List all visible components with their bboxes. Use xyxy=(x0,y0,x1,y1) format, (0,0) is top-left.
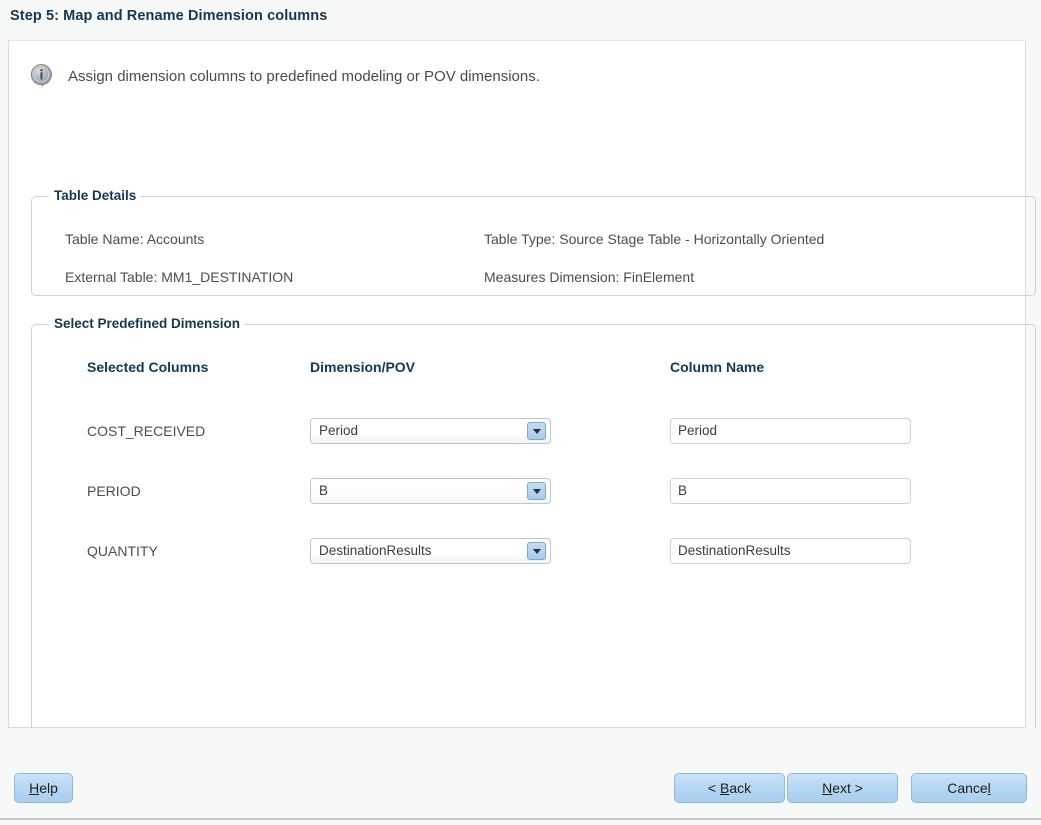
next-button-suffix: ext > xyxy=(832,780,863,796)
column-name-value: B xyxy=(678,483,688,498)
table-name-value: Table Name: Accounts xyxy=(65,231,205,247)
window-bottom-divider xyxy=(0,818,1041,820)
column-header-dimension-pov: Dimension/POV xyxy=(310,359,416,375)
table-details-legend: Table Details xyxy=(49,188,142,203)
content-panel: Assign dimension columns to predefined m… xyxy=(8,40,1036,768)
page-title: Step 5: Map and Rename Dimension columns xyxy=(10,8,328,24)
back-button[interactable]: < Back xyxy=(674,773,785,803)
column-name-input[interactable]: B xyxy=(670,478,911,504)
column-name-input[interactable]: Period xyxy=(670,418,911,444)
cancel-button[interactable]: Cancel xyxy=(911,773,1027,803)
column-name-input[interactable]: DestinationResults xyxy=(670,538,911,564)
help-button[interactable]: Help xyxy=(14,773,73,803)
dimension-pov-value: B xyxy=(319,483,329,498)
back-button-mnemonic: B xyxy=(719,780,730,796)
next-button[interactable]: Next > xyxy=(787,773,898,803)
help-button-mnemonic: H xyxy=(29,780,40,796)
select-predefined-dimension-group: Select Predefined Dimension Selected Col… xyxy=(31,316,1036,768)
wizard-dialog: Step 5: Map and Rename Dimension columns xyxy=(0,0,1041,825)
dimension-pov-dropdown[interactable]: B xyxy=(310,478,551,504)
instruction-row: Assign dimension columns to predefined m… xyxy=(29,63,540,90)
table-row: PERIOD B B xyxy=(32,478,1035,508)
column-name-value: DestinationResults xyxy=(678,543,791,558)
dimension-mapping-table: Selected Columns Dimension/POV Column Na… xyxy=(32,325,1035,768)
column-header-column-name: Column Name xyxy=(670,359,765,375)
selected-column-label: QUANTITY xyxy=(87,543,158,559)
selected-column-label: COST_RECEIVED xyxy=(87,423,206,439)
selected-column-label: PERIOD xyxy=(87,483,141,499)
back-button-prefix: < xyxy=(707,780,720,796)
help-button-suffix: elp xyxy=(39,780,58,796)
column-name-value: Period xyxy=(678,423,718,438)
button-bar: Help < Back Next > Cancel xyxy=(0,728,1041,825)
external-table-value: External Table: MM1_DESTINATION xyxy=(65,269,294,285)
chevron-down-icon[interactable] xyxy=(527,422,546,440)
dimension-pov-dropdown[interactable]: DestinationResults xyxy=(310,538,551,564)
dimension-pov-value: Period xyxy=(319,423,359,438)
dimension-pov-dropdown[interactable]: Period xyxy=(310,418,551,444)
next-button-mnemonic: N xyxy=(822,780,833,796)
measures-dimension-value: Measures Dimension: FinElement xyxy=(484,269,695,285)
instruction-text: Assign dimension columns to predefined m… xyxy=(68,68,540,85)
table-row: QUANTITY DestinationResults DestinationR… xyxy=(32,538,1035,568)
dimension-pov-value: DestinationResults xyxy=(319,543,432,558)
cancel-button-mnemonic: l xyxy=(987,780,991,796)
chevron-down-icon[interactable] xyxy=(527,482,546,500)
cancel-button-prefix: Cance xyxy=(947,780,988,796)
table-row: COST_RECEIVED Period Period xyxy=(32,418,1035,448)
chevron-down-icon[interactable] xyxy=(527,542,546,560)
back-button-suffix: ack xyxy=(729,780,752,796)
column-header-selected-columns: Selected Columns xyxy=(87,359,209,375)
table-details-group: Table Details Table Name: Accounts Table… xyxy=(31,188,1036,296)
table-type-value: Table Type: Source Stage Table - Horizon… xyxy=(484,231,825,247)
info-icon xyxy=(29,63,56,90)
